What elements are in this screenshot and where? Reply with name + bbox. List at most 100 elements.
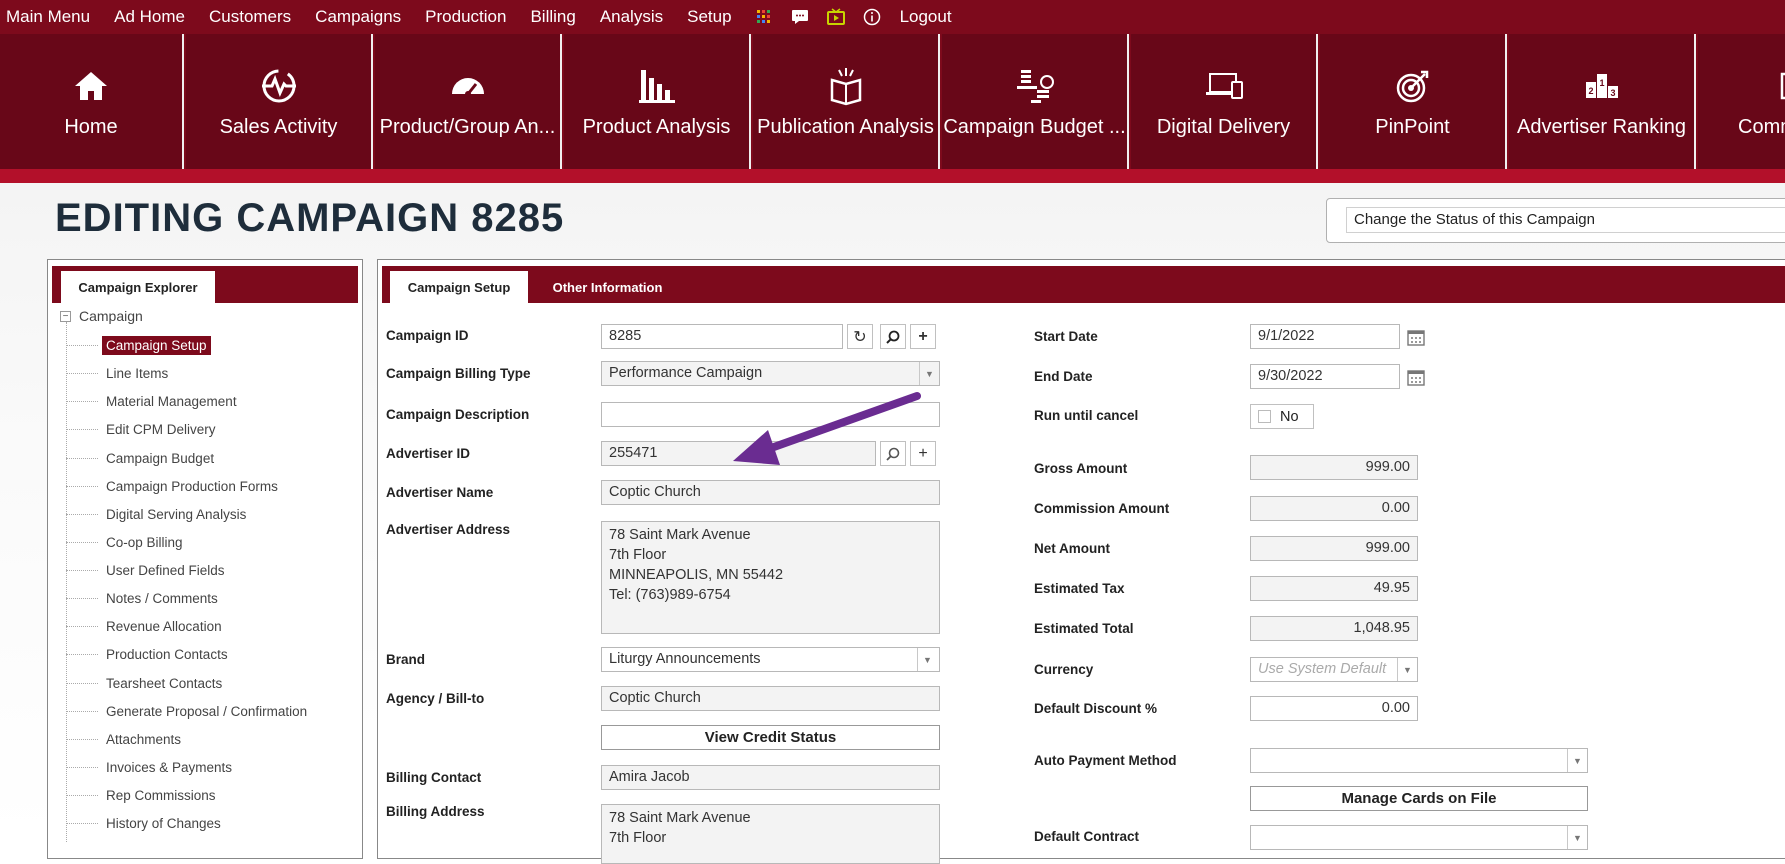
menu-setup[interactable]: Setup (681, 7, 737, 27)
estimated-tax-label: Estimated Tax (1034, 581, 1125, 596)
chevron-down-icon[interactable]: ▼ (1567, 826, 1587, 849)
tree-item-attachments[interactable]: Attachments (66, 728, 185, 750)
run-until-cancel-label: Run until cancel (1034, 408, 1139, 423)
menu-production[interactable]: Production (419, 7, 512, 27)
tree-item-co-op-billing[interactable]: Co-op Billing (66, 531, 187, 553)
add-icon[interactable]: + (910, 324, 936, 349)
info-icon[interactable] (862, 7, 882, 27)
default-contract-select[interactable] (1250, 825, 1588, 850)
view-credit-status-button[interactable]: View Credit Status (601, 725, 940, 750)
estimated-total-field[interactable]: 1,048.95 (1250, 616, 1418, 641)
tree-item-generate-proposal[interactable]: Generate Proposal / Confirmation (66, 700, 311, 722)
tree-root-campaign[interactable]: − Campaign (60, 308, 143, 324)
run-until-cancel-checkbox[interactable]: No (1250, 404, 1314, 429)
calendar-icon[interactable] (1407, 328, 1425, 346)
brand-select[interactable]: Liturgy Announcements (601, 647, 940, 672)
agency-field[interactable]: Coptic Church (601, 686, 940, 711)
default-discount-field[interactable]: 0.00 (1250, 696, 1418, 721)
menu-campaigns[interactable]: Campaigns (309, 7, 407, 27)
tree-item-material-management[interactable]: Material Management (66, 390, 241, 412)
brand-label: Brand (386, 652, 426, 667)
tree-item-production-contacts[interactable]: Production Contacts (66, 643, 232, 665)
tree-item-tearsheet-contacts[interactable]: Tearsheet Contacts (66, 672, 226, 694)
open-book-icon (830, 68, 861, 106)
tile-advertiser-ranking[interactable]: 213 Advertiser Ranking (1509, 34, 1696, 169)
tree-item-campaign-setup[interactable]: Campaign Setup (66, 334, 211, 356)
gauge-icon (451, 78, 484, 97)
tree-item-rep-commissions[interactable]: Rep Commissions (66, 784, 220, 806)
tile-pinpoint[interactable]: PinPoint (1320, 34, 1507, 169)
tile-label: Product Analysis (582, 116, 731, 138)
estimated-total-label: Estimated Total (1034, 621, 1134, 636)
billing-contact-field[interactable]: Amira Jacob (601, 765, 940, 790)
campaign-id-field[interactable]: 8285 (601, 324, 843, 349)
menu-ad-home[interactable]: Ad Home (108, 7, 191, 27)
currency-select[interactable]: Use System Default (1250, 657, 1418, 682)
tree-item-user-defined-fields[interactable]: User Defined Fields (66, 559, 229, 581)
tree-item-campaign-production-forms[interactable]: Campaign Production Forms (66, 475, 282, 497)
end-date-label: End Date (1034, 369, 1093, 384)
apps-grid-icon[interactable] (754, 7, 774, 27)
chevron-down-icon[interactable]: ▼ (1397, 658, 1417, 681)
manage-cards-button[interactable]: Manage Cards on File (1250, 786, 1588, 811)
tree-item-campaign-budget[interactable]: Campaign Budget (66, 447, 218, 469)
chevron-down-icon[interactable]: ▼ (1567, 749, 1587, 772)
tile-publication-analysis[interactable]: Publication Analysis (753, 34, 940, 169)
tab-other-information[interactable]: Other Information (540, 271, 675, 303)
menu-customers[interactable]: Customers (203, 7, 297, 27)
description-field[interactable] (601, 402, 940, 427)
end-date-field[interactable]: 9/30/2022 (1250, 364, 1400, 389)
menu-logout[interactable]: Logout (894, 7, 958, 27)
tile-label: Home (64, 116, 118, 138)
commission-amount-label: Commission Amount (1034, 501, 1170, 516)
search-icon[interactable] (880, 324, 906, 349)
tree-item-revenue-allocation[interactable]: Revenue Allocation (66, 615, 226, 637)
agency-label: Agency / Bill-to (386, 691, 485, 706)
advertiser-id-field[interactable]: 255471 (601, 441, 876, 466)
menu-analysis[interactable]: Analysis (594, 7, 669, 27)
advertiser-name-field[interactable]: Coptic Church (601, 480, 940, 505)
add-icon[interactable]: + (910, 441, 936, 466)
commission-amount-field[interactable]: 0.00 (1250, 496, 1418, 521)
billing-type-select[interactable]: Performance Campaign (601, 361, 940, 386)
tile-product-analysis[interactable]: Product Analysis (564, 34, 751, 169)
menu-main-menu[interactable]: Main Menu (0, 7, 96, 27)
checkbox-box[interactable] (1258, 410, 1271, 423)
tile-commissions[interactable]: Comm (1698, 34, 1785, 169)
advertiser-address-field[interactable]: 78 Saint Mark Avenue 7th Floor MINNEAPOL… (601, 521, 940, 634)
address-line: Tel: (763)989-6754 (609, 587, 731, 603)
campaign-id-label: Campaign ID (386, 328, 469, 343)
tree-item-invoices-payments[interactable]: Invoices & Payments (66, 756, 236, 778)
tree-item-history-of-changes[interactable]: History of Changes (66, 812, 225, 834)
tab-campaign-explorer[interactable]: Campaign Explorer (61, 271, 215, 303)
tab-campaign-setup[interactable]: Campaign Setup (390, 271, 528, 303)
tile-label: Comm (1738, 116, 1785, 138)
refresh-icon[interactable]: ↻ (847, 324, 873, 349)
status-select[interactable]: Change the Status of this Campaign (1346, 207, 1785, 233)
menu-billing[interactable]: Billing (524, 7, 581, 27)
tile-product-group-analysis[interactable]: Product/Group An... (375, 34, 562, 169)
start-date-field[interactable]: 9/1/2022 (1250, 324, 1400, 349)
tree-item-edit-cpm-delivery[interactable]: Edit CPM Delivery (66, 418, 220, 440)
collapse-icon[interactable]: − (60, 310, 71, 322)
tile-sales-activity[interactable]: Sales Activity (186, 34, 373, 169)
chevron-down-icon[interactable]: ▼ (919, 362, 939, 385)
tile-label: Product/Group An... (379, 116, 556, 138)
auto-payment-select[interactable] (1250, 748, 1588, 773)
estimated-tax-field[interactable]: 49.95 (1250, 576, 1418, 601)
gross-amount-field[interactable]: 999.00 (1250, 455, 1418, 480)
net-amount-field[interactable]: 999.00 (1250, 536, 1418, 561)
tile-home[interactable]: Home (0, 34, 184, 169)
tv-icon[interactable] (826, 7, 846, 27)
tree-item-digital-serving-analysis[interactable]: Digital Serving Analysis (66, 503, 250, 525)
billing-address-field[interactable]: 78 Saint Mark Avenue 7th Floor (601, 804, 940, 864)
brand-value: Liturgy Announcements (609, 651, 761, 667)
chat-icon[interactable] (790, 7, 810, 27)
tree-item-notes-comments[interactable]: Notes / Comments (66, 587, 222, 609)
tile-digital-delivery[interactable]: Digital Delivery (1131, 34, 1318, 169)
chevron-down-icon[interactable]: ▼ (917, 648, 937, 671)
calendar-icon[interactable] (1407, 368, 1425, 386)
tree-item-line-items[interactable]: Line Items (66, 362, 172, 384)
search-icon[interactable] (880, 441, 906, 466)
tile-campaign-budget[interactable]: Campaign Budget ... (942, 34, 1129, 169)
